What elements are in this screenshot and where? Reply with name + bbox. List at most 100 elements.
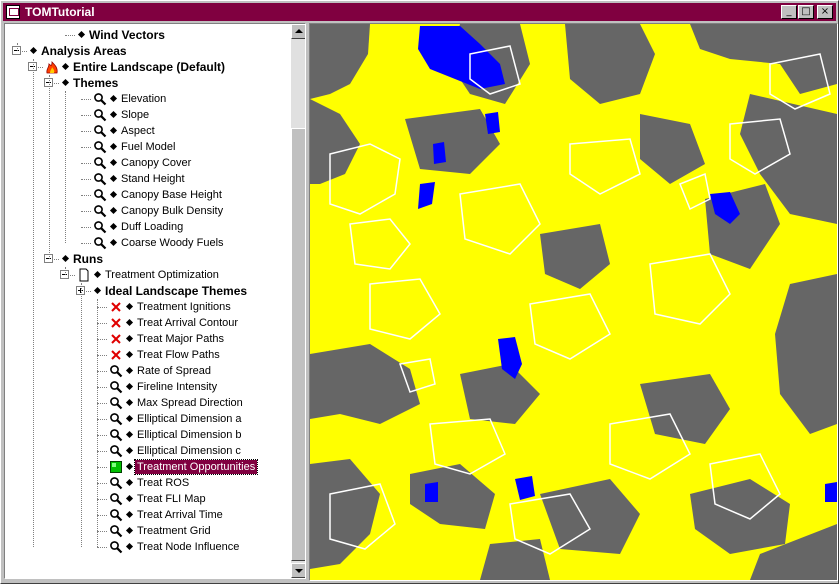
tree-item-label[interactable]: Treatment Opportunities xyxy=(133,459,259,475)
tree-item[interactable]: Elliptical Dimension c xyxy=(5,443,291,459)
tree-item-label[interactable]: Canopy Cover xyxy=(119,156,193,170)
magnifier-icon[interactable] xyxy=(109,476,123,490)
magnifier-icon[interactable] xyxy=(93,92,107,106)
tree-item[interactable]: Elliptical Dimension a xyxy=(5,411,291,427)
tree-item-label[interactable]: Canopy Base Height xyxy=(119,188,224,202)
tree-item[interactable]: Treat Major Paths xyxy=(5,331,291,347)
tree-item[interactable]: Treat FLI Map xyxy=(5,491,291,507)
red-x-icon[interactable] xyxy=(109,348,123,362)
minimize-button[interactable]: _ xyxy=(781,5,797,19)
tree-item[interactable]: Elliptical Dimension b xyxy=(5,427,291,443)
tree-item-label[interactable]: Elevation xyxy=(119,92,168,106)
tree-item[interactable]: Ideal Landscape Themes xyxy=(5,283,291,299)
magnifier-icon[interactable] xyxy=(93,236,107,250)
tree-item-label[interactable]: Elliptical Dimension a xyxy=(135,412,244,426)
tree-item-label[interactable]: Treat Node Influence xyxy=(135,540,241,554)
tree-item[interactable]: Analysis Areas xyxy=(5,43,291,59)
treatment-opportunities-map[interactable] xyxy=(310,24,837,580)
tree-item-label[interactable]: Stand Height xyxy=(119,172,187,186)
tree-item[interactable]: Treat Arrival Contour xyxy=(5,315,291,331)
tree-item[interactable]: Runs xyxy=(5,251,291,267)
magnifier-icon[interactable] xyxy=(93,156,107,170)
magnifier-icon[interactable] xyxy=(109,364,123,378)
tree-item[interactable]: Treatment Optimization xyxy=(5,267,291,283)
tree-item[interactable]: Treat Arrival Time xyxy=(5,507,291,523)
tree-item-label[interactable]: Elliptical Dimension b xyxy=(135,428,244,442)
magnifier-icon[interactable] xyxy=(93,220,107,234)
scroll-down-button[interactable] xyxy=(291,563,305,578)
tree-item-label[interactable]: Duff Loading xyxy=(119,220,185,234)
tree-item-label[interactable]: Runs xyxy=(71,252,105,266)
tree-item[interactable]: Themes xyxy=(5,75,291,91)
green-square-icon[interactable] xyxy=(109,460,123,474)
tree-item[interactable]: Fuel Model xyxy=(5,139,291,155)
tree-item[interactable]: Fireline Intensity xyxy=(5,379,291,395)
tree-item[interactable]: Canopy Cover xyxy=(5,155,291,171)
magnifier-icon[interactable] xyxy=(93,204,107,218)
tree-item-label[interactable]: Fireline Intensity xyxy=(135,380,219,394)
vertical-scrollbar[interactable] xyxy=(291,24,305,578)
maximize-button[interactable]: □ xyxy=(798,5,814,19)
tree-item[interactable]: Canopy Bulk Density xyxy=(5,203,291,219)
fire-icon[interactable] xyxy=(45,60,59,74)
close-button[interactable]: × xyxy=(817,5,833,19)
tree-item-label[interactable]: Analysis Areas xyxy=(39,44,129,58)
tree-item-label[interactable]: Slope xyxy=(119,108,151,122)
magnifier-icon[interactable] xyxy=(109,380,123,394)
magnifier-icon[interactable] xyxy=(93,124,107,138)
tree-item[interactable]: Max Spread Direction xyxy=(5,395,291,411)
red-x-icon[interactable] xyxy=(109,316,123,330)
tree-item-label[interactable]: Aspect xyxy=(119,124,157,138)
scroll-thumb[interactable] xyxy=(291,128,305,561)
tree-item[interactable]: Wind Vectors xyxy=(5,27,291,43)
magnifier-icon[interactable] xyxy=(109,444,123,458)
tree-item-label[interactable]: Max Spread Direction xyxy=(135,396,245,410)
map-view[interactable] xyxy=(309,23,838,581)
magnifier-icon[interactable] xyxy=(109,428,123,442)
magnifier-icon[interactable] xyxy=(109,524,123,538)
tree-item-label[interactable]: Entire Landscape (Default) xyxy=(71,60,227,74)
tree-item-label[interactable]: Treat Flow Paths xyxy=(135,348,222,362)
magnifier-icon[interactable] xyxy=(109,412,123,426)
tree-item-label[interactable]: Treat Arrival Time xyxy=(135,508,225,522)
tree-item-label[interactable]: Treatment Ignitions xyxy=(135,300,233,314)
tree-item-label[interactable]: Elliptical Dimension c xyxy=(135,444,243,458)
magnifier-icon[interactable] xyxy=(93,140,107,154)
document-icon[interactable] xyxy=(77,268,91,282)
magnifier-icon[interactable] xyxy=(93,172,107,186)
tree-item[interactable]: Slope xyxy=(5,107,291,123)
red-x-icon[interactable] xyxy=(109,300,123,314)
tree-item-label[interactable]: Treatment Grid xyxy=(135,524,213,538)
magnifier-icon[interactable] xyxy=(109,508,123,522)
app-icon[interactable] xyxy=(6,5,20,19)
tree-item-label[interactable]: Canopy Bulk Density xyxy=(119,204,225,218)
tree-item[interactable]: Treatment Opportunities xyxy=(5,459,291,475)
tree-item-label[interactable]: Rate of Spread xyxy=(135,364,213,378)
magnifier-icon[interactable] xyxy=(93,188,107,202)
tree-item[interactable]: Coarse Woody Fuels xyxy=(5,235,291,251)
magnifier-icon[interactable] xyxy=(109,540,123,554)
tree-item[interactable]: Elevation xyxy=(5,91,291,107)
tree-item-label[interactable]: Fuel Model xyxy=(119,140,177,154)
tree-item[interactable]: Treatment Ignitions xyxy=(5,299,291,315)
tree-item-label[interactable]: Treat ROS xyxy=(135,476,191,490)
red-x-icon[interactable] xyxy=(109,332,123,346)
tree-item[interactable]: Stand Height xyxy=(5,171,291,187)
title-bar[interactable]: TOMTutorial _ □ × xyxy=(3,3,836,21)
tree-item-label[interactable]: Wind Vectors xyxy=(87,28,167,42)
tree-item-label[interactable]: Treat Arrival Contour xyxy=(135,316,240,330)
tree-item[interactable]: Canopy Base Height xyxy=(5,187,291,203)
tree-item-label[interactable]: Coarse Woody Fuels xyxy=(119,236,226,250)
tree-item[interactable]: Entire Landscape (Default) xyxy=(5,59,291,75)
tree-item-label[interactable]: Treat FLI Map xyxy=(135,492,208,506)
tree-item[interactable]: Treatment Grid xyxy=(5,523,291,539)
tree-item-label[interactable]: Treatment Optimization xyxy=(103,268,221,282)
scroll-up-button[interactable] xyxy=(291,24,305,39)
tree-item[interactable]: Aspect xyxy=(5,123,291,139)
magnifier-icon[interactable] xyxy=(109,396,123,410)
tree-item-label[interactable]: Themes xyxy=(71,76,120,90)
tree-item[interactable]: Treat Flow Paths xyxy=(5,347,291,363)
magnifier-icon[interactable] xyxy=(93,108,107,122)
magnifier-icon[interactable] xyxy=(109,492,123,506)
tree-item[interactable]: Duff Loading xyxy=(5,219,291,235)
